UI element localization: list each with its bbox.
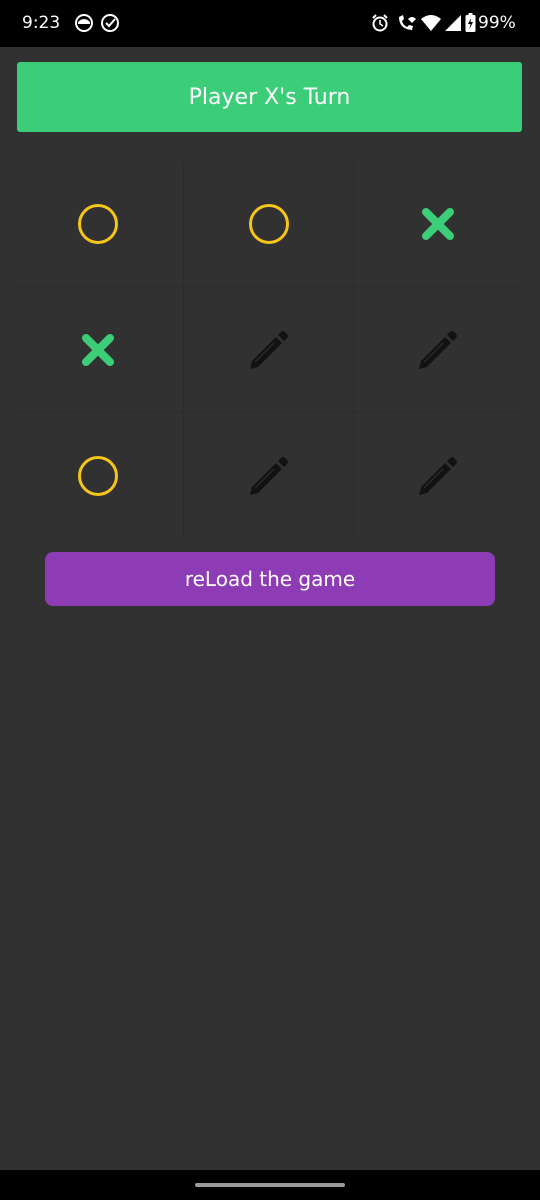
navigation-bar: [0, 1170, 540, 1200]
board-cell[interactable]: [184, 413, 354, 539]
game-board: [12, 161, 522, 539]
home-indicator[interactable]: [195, 1183, 345, 1187]
notification-app-icon: [75, 14, 93, 32]
pencil-icon: [419, 457, 457, 495]
x-mark-icon: [81, 333, 114, 366]
o-mark-icon: [77, 456, 118, 496]
status-time: 9:23: [22, 13, 61, 33]
board-cell[interactable]: [12, 161, 184, 287]
o-mark-icon: [77, 203, 118, 244]
turn-banner: Player X's Turn: [17, 62, 522, 132]
battery-icon: [465, 13, 476, 32]
reload-game-label: reLoad the game: [184, 567, 356, 591]
alarm-icon: [372, 14, 388, 32]
pencil-icon: [249, 330, 288, 369]
battery-percentage: 99%: [478, 13, 516, 33]
wifi-call-icon: [399, 15, 416, 30]
board-cell[interactable]: [354, 413, 522, 539]
board-cell[interactable]: [184, 161, 354, 287]
board-cell[interactable]: [184, 287, 354, 413]
signal-icon: [445, 15, 461, 31]
turn-text: Player X's Turn: [188, 84, 351, 110]
board-cell[interactable]: [354, 287, 522, 413]
pencil-icon: [249, 457, 288, 495]
board-cell[interactable]: [12, 413, 184, 539]
pencil-icon: [419, 330, 457, 369]
board-cell[interactable]: [354, 161, 522, 287]
x-mark-icon: [422, 207, 454, 240]
reload-game-button[interactable]: reLoad the game: [45, 552, 495, 606]
board-cell[interactable]: [12, 287, 184, 413]
status-bar: 9:23 99%: [0, 0, 540, 47]
o-mark-icon: [248, 203, 289, 244]
wifi-icon: [421, 15, 441, 31]
check-circle-icon: [101, 14, 119, 32]
